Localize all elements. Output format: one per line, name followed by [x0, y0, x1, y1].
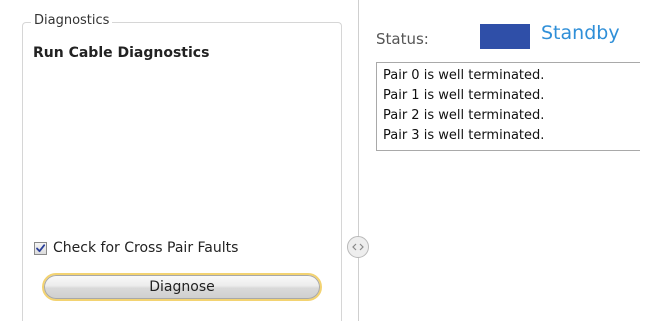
- status-label: Status:: [376, 30, 429, 48]
- result-line: Pair 1 is well terminated.: [383, 88, 545, 103]
- status-color-indicator: [480, 24, 530, 49]
- cross-pair-checkbox-label[interactable]: Check for Cross Pair Faults: [53, 240, 238, 256]
- cross-pair-checkbox[interactable]: [34, 241, 47, 255]
- result-line: Pair 3 is well terminated.: [383, 128, 545, 143]
- diagnostics-group-title: Diagnostics: [31, 13, 113, 28]
- result-line: Pair 2 is well terminated.: [383, 108, 545, 123]
- cable-diagnostics-window: Diagnostics Run Cable Diagnostics Check …: [0, 0, 646, 321]
- collapse-expand-icon: [352, 243, 364, 251]
- result-line: Pair 0 is well terminated.: [383, 68, 545, 83]
- splitter-handle[interactable]: [347, 236, 369, 258]
- run-cable-diagnostics-heading: Run Cable Diagnostics: [33, 45, 210, 61]
- status-value: Standby: [541, 22, 620, 44]
- checkmark-icon: [36, 243, 46, 252]
- diagnose-button-label: Diagnose: [149, 279, 215, 295]
- diagnose-button[interactable]: Diagnose: [42, 273, 322, 301]
- panel-splitter[interactable]: [358, 0, 359, 321]
- diagnostics-panel: Diagnostics Run Cable Diagnostics Check …: [0, 0, 358, 321]
- cross-pair-checkbox-row[interactable]: Check for Cross Pair Faults: [34, 239, 238, 257]
- diagnostics-results-box[interactable]: Pair 0 is well terminated. Pair 1 is wel…: [376, 62, 640, 151]
